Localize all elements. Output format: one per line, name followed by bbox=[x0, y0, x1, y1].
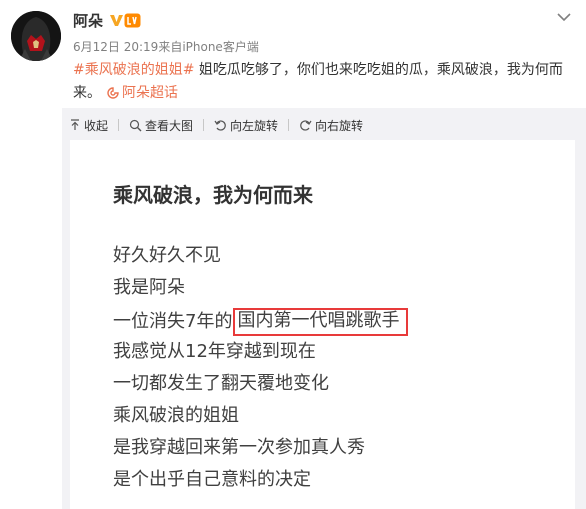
supertopic-icon bbox=[107, 87, 119, 99]
supertopic-label: 阿朵超话 bbox=[122, 85, 178, 101]
post-image[interactable]: 乘风破浪，我为何而来 好久好久不见 我是阿朵 一位消失7年的 国内第一代唱跳歌手 … bbox=[70, 140, 575, 509]
rotate-right-label: 向右旋转 bbox=[315, 118, 364, 133]
view-large-button[interactable]: 查看大图 bbox=[129, 117, 193, 134]
image-line: 是我穿越回来第一次参加真人秀 bbox=[113, 437, 365, 458]
chevron-down-icon[interactable] bbox=[556, 10, 572, 24]
collapse-icon bbox=[71, 119, 79, 130]
topic-link[interactable]: #乘风破浪的姐姐# bbox=[73, 62, 194, 78]
image-line: 我感觉从12年穿越到现在 bbox=[113, 341, 316, 362]
verified-v-icon bbox=[110, 15, 123, 26]
username[interactable]: 阿朵 bbox=[73, 10, 103, 31]
rotate-left-button[interactable]: 向左旋转 bbox=[214, 117, 278, 134]
collapse-label: 收起 bbox=[84, 118, 109, 133]
post-source: 来自iPhone客户端 bbox=[158, 40, 259, 54]
image-toolbar: 收起 查看大图 向左旋转 向右旋转 bbox=[69, 117, 363, 133]
toolbar-divider bbox=[288, 119, 290, 131]
zoom-icon bbox=[129, 119, 142, 131]
post-meta: 6月12日 20:19来自iPhone客户端 bbox=[73, 38, 259, 55]
collapse-button[interactable]: 收起 bbox=[69, 117, 108, 134]
view-large-label: 查看大图 bbox=[145, 118, 194, 133]
rotate-right-button[interactable]: 向右旋转 bbox=[299, 117, 363, 134]
image-line: 一位消失7年的 国内第一代唱跳歌手 bbox=[113, 308, 409, 341]
weibo-post: 阿朵 6月12日 20:19来自iPhone客户端 #乘风破浪的姐姐# 姐吃瓜吃… bbox=[0, 0, 586, 509]
toolbar-divider bbox=[203, 119, 205, 131]
avatar[interactable] bbox=[11, 11, 61, 61]
image-line: 好久好久不见 bbox=[113, 245, 221, 266]
image-text-lines: 好久好久不见 我是阿朵 一位消失7年的 国内第一代唱跳歌手 我感觉从12年穿越到现… bbox=[113, 245, 409, 501]
toolbar-divider bbox=[118, 119, 120, 131]
highlight-box: 国内第一代唱跳歌手 bbox=[233, 308, 409, 336]
image-line-text: 一位消失7年的 bbox=[113, 311, 233, 332]
image-line: 我是阿朵 bbox=[113, 277, 185, 298]
post-time[interactable]: 6月12日 20:19 bbox=[73, 40, 158, 54]
post-text: #乘风破浪的姐姐# 姐吃瓜吃够了，你们也来吃吃姐的瓜，乘风破浪，我为何而来。 阿朵… bbox=[73, 59, 573, 105]
image-title: 乘风破浪，我为何而来 bbox=[113, 183, 313, 207]
rotate-left-label: 向左旋转 bbox=[230, 118, 279, 133]
supertopic-link[interactable]: 阿朵超话 bbox=[101, 85, 178, 101]
image-line: 一切都发生了翻天覆地变化 bbox=[113, 373, 329, 394]
level-badge-icon[interactable] bbox=[124, 13, 141, 28]
image-line: 是个出乎自己意料的决定 bbox=[113, 469, 311, 490]
rotate-left-icon bbox=[214, 120, 226, 131]
image-line: 乘风破浪的姐姐 bbox=[113, 405, 239, 426]
rotate-right-icon bbox=[300, 120, 312, 131]
